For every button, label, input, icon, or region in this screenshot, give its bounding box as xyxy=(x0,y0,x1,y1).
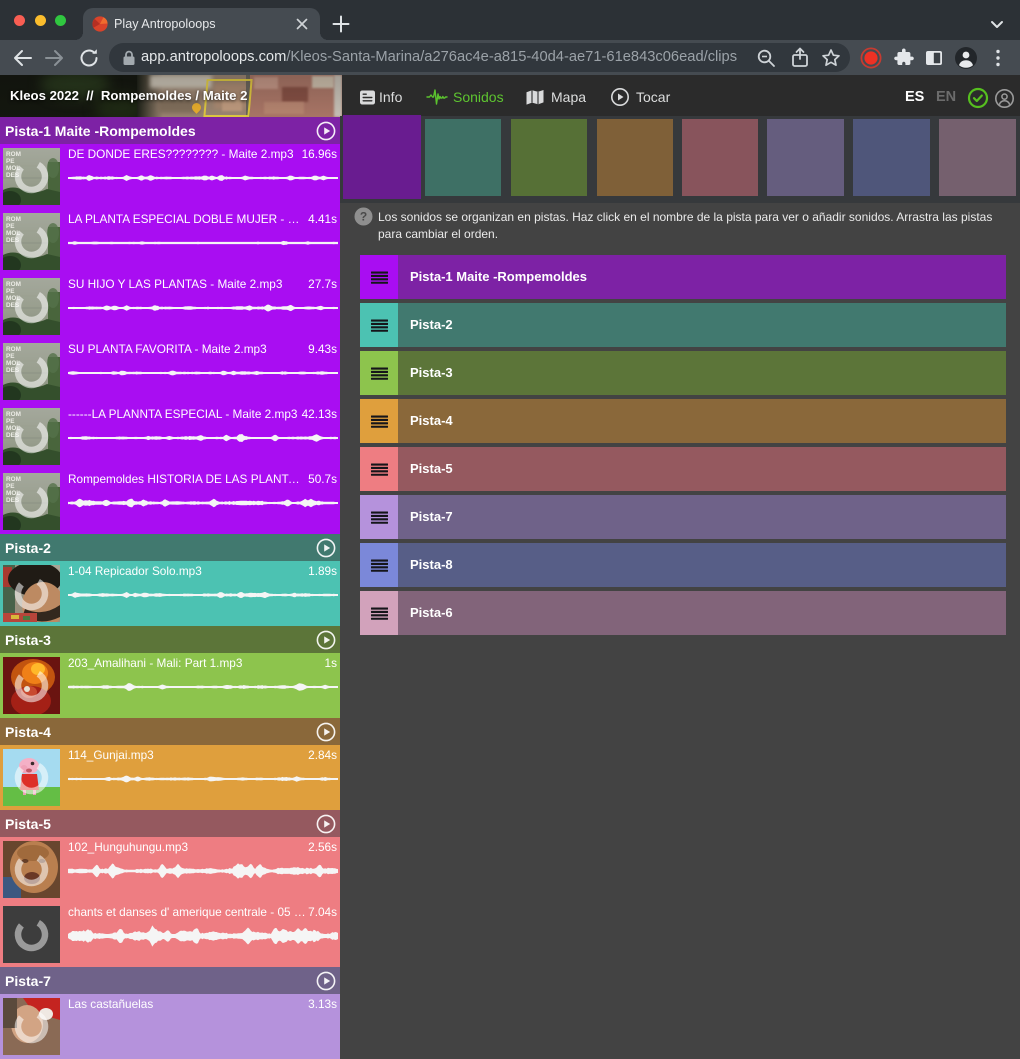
svg-text:ROM: ROM xyxy=(6,346,21,353)
svg-text:ROM: ROM xyxy=(6,411,21,418)
svg-text:PE: PE xyxy=(6,353,15,360)
svg-text:ROM: ROM xyxy=(6,476,21,483)
svg-text:ROM: ROM xyxy=(6,216,21,223)
svg-text:ROM: ROM xyxy=(6,151,21,158)
svg-text:PE: PE xyxy=(6,483,15,490)
svg-text:PE: PE xyxy=(6,288,15,295)
svg-text:?: ? xyxy=(360,210,367,224)
svg-text:PE: PE xyxy=(6,223,15,230)
svg-text:PE: PE xyxy=(6,158,15,165)
svg-text:PE: PE xyxy=(6,418,15,425)
svg-text:ROM: ROM xyxy=(6,281,21,288)
